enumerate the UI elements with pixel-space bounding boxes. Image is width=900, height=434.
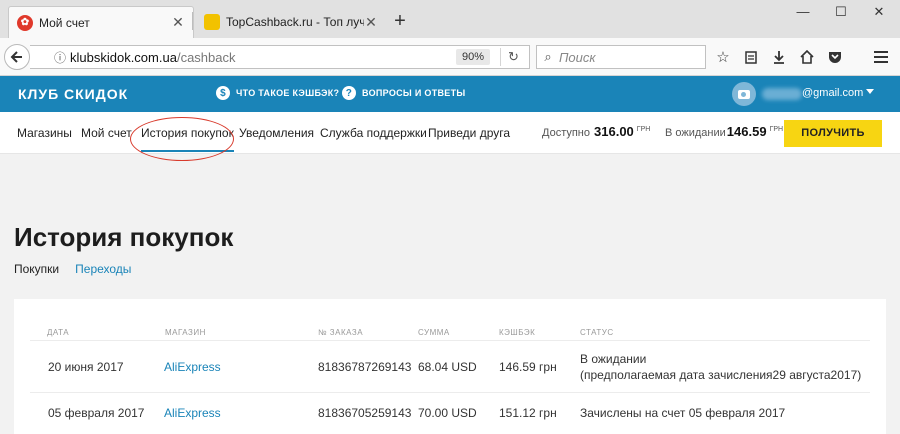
subnav-item-support[interactable]: Служба поддержки [320,126,427,140]
browser-tab-topcashback[interactable]: TopCashback.ru - Топ лучш ✕ [196,6,386,38]
close-tab-icon[interactable]: ✕ [171,14,185,31]
url-path: /cashback [176,49,236,65]
back-button[interactable] [4,44,30,70]
download-icon[interactable] [768,46,790,68]
subnav-item-my-account[interactable]: Мой счет [81,126,132,140]
site-logo[interactable]: КЛУБ СКИДОК [18,86,128,102]
site-header: КЛУБ СКИДОК $ ЧТО ТАКОЕ КЭШБЭК? ? ВОПРОС… [0,76,900,112]
chevron-down-icon[interactable] [866,89,874,94]
maximize-icon[interactable]: ☐ [828,4,854,22]
site-favicon-icon: ✿ [17,14,33,31]
what-is-cashback-link[interactable]: $ ЧТО ТАКОЕ КЭШБЭК? [216,86,339,100]
pending-balance: В ожидании 146.59 ГРН [665,124,783,139]
pending-currency: ГРН [769,126,784,133]
faq-label: ВОПРОСЫ И ОТВЕТЫ [362,88,466,98]
url-host: klubskidok.com.ua [70,49,177,65]
menu-hamburger-icon[interactable] [870,46,892,68]
row-cashback: 146.59 грн [499,360,557,374]
hamburger-icon [874,51,888,63]
column-header-date: ДАТА [47,328,70,337]
row-date: 05 февраля 2017 [48,406,145,420]
row-status: Зачислены на счет 05 февраля 2017 [580,406,786,420]
browser-tab-my-account[interactable]: ✿ Мой счет ✕ [8,6,194,38]
row-cashback: 151.12 грн [499,406,557,420]
close-tab-icon[interactable]: ✕ [364,14,378,31]
lock-favicon-icon [204,14,220,30]
pocket-icon[interactable] [824,46,846,68]
column-header-amount: СУММА [418,328,450,337]
address-bar[interactable]: ⓘ klubskidok.com.ua /cashback 90% ↻ [30,45,530,69]
shield-pocket-icon [829,52,841,63]
faq-link[interactable]: ? ВОПРОСЫ И ОТВЕТЫ [342,86,466,100]
available-label: Доступно [542,127,591,139]
what-is-cashback-label: ЧТО ТАКОЕ КЭШБЭК? [236,88,340,98]
table-row: 20 июня 2017 AliExpress 81836787269143 6… [30,341,870,393]
row-order-number: 81836787269143 [318,360,412,374]
column-header-store: МАГАЗИН [165,328,206,337]
arrow-left-icon [10,51,22,63]
subnav-item-invite-friend[interactable]: Приведи друга [428,126,510,140]
column-header-order: № ЗАКАЗА [318,328,364,337]
page-title: История покупок [14,222,234,252]
column-header-cashback: КЭШБЭК [499,328,536,337]
browser-tab-bar: ✿ Мой счет ✕ TopCashback.ru - Топ лучш ✕… [0,0,900,38]
get-cashback-button[interactable]: ПОЛУЧИТЬ [784,120,882,147]
row-amount: 68.04 USD [418,360,477,374]
row-date: 20 июня 2017 [48,360,124,374]
close-window-icon[interactable]: ✕ [866,4,892,22]
dollar-icon: $ [216,86,230,100]
reading-list-icon[interactable] [740,46,762,68]
search-placeholder: Поиск [559,49,596,65]
arrow-down-icon [774,51,784,64]
tab-purchases[interactable]: Покупки [14,262,59,276]
annotation-red-circle [130,117,234,161]
redacted-email-part [762,88,802,100]
available-balance: Доступно 316.00 ГРН [542,124,650,139]
clipboard-icon [745,51,757,64]
browser-nav-bar: ⓘ klubskidok.com.ua /cashback 90% ↻ ⌕ По… [0,38,900,76]
home-icon[interactable] [796,46,818,68]
camera-icon [738,89,750,99]
history-subtabs: Покупки Переходы [14,262,131,276]
row-store-link[interactable]: AliExpress [164,406,221,420]
available-currency: ГРН [636,126,651,133]
zoom-level-badge[interactable]: 90% [456,49,491,65]
browser-tab-title: Мой счет [39,15,90,30]
search-box[interactable]: ⌕ Поиск [536,45,706,69]
available-value: 316.00 [594,124,634,139]
row-store-link[interactable]: AliExpress [164,360,221,374]
row-status-note: (предполагаемая дата зачисления29 август… [580,368,862,382]
subnav-item-stores[interactable]: Магазины [17,126,72,140]
avatar[interactable] [732,82,756,106]
browser-tab-title: TopCashback.ru - Топ лучш [226,15,364,29]
row-amount: 70.00 USD [418,406,477,420]
row-status: В ожидании [580,352,647,366]
reload-icon[interactable]: ↻ [500,48,526,66]
pending-label: В ожидании [665,127,726,139]
site-info-icon[interactable]: ⓘ [50,49,70,66]
bookmark-star-icon[interactable]: ☆ [712,46,734,68]
tab-separator [192,12,193,30]
search-icon: ⌕ [544,49,552,64]
column-header-status: СТАТУС [580,328,614,337]
question-icon: ? [342,86,356,100]
user-email[interactable]: @gmail.com [802,87,863,99]
subnav-item-notifications[interactable]: Уведомления [239,126,314,140]
table-row: 05 февраля 2017 AliExpress 8183670525914… [30,394,870,434]
row-order-number: 81836705259143 [318,406,412,420]
new-tab-button[interactable]: + [390,10,410,34]
tab-clicks[interactable]: Переходы [75,262,131,276]
house-icon [800,50,814,64]
pending-value: 146.59 [726,124,767,139]
minimize-icon[interactable]: — [790,4,816,22]
